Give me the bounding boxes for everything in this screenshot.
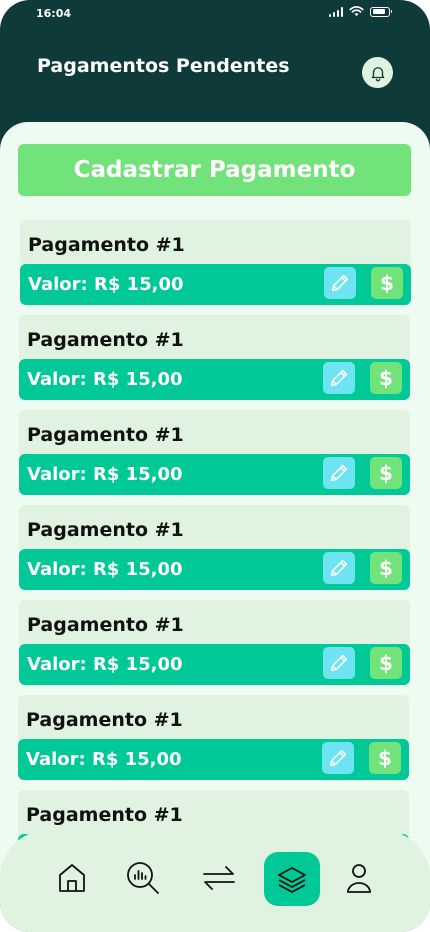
pay-button[interactable]: $ bbox=[371, 267, 403, 299]
battery-icon bbox=[370, 6, 392, 17]
pay-button[interactable]: $ bbox=[370, 362, 402, 394]
payment-value: Valor: R$ 15,00 bbox=[27, 464, 183, 485]
payment-value: Valor: R$ 15,00 bbox=[27, 369, 183, 390]
pencil-icon bbox=[330, 369, 348, 387]
nav-profile[interactable] bbox=[333, 852, 385, 904]
pencil-icon bbox=[330, 464, 348, 482]
edit-payment-button[interactable] bbox=[324, 267, 356, 299]
bottom-navigation bbox=[0, 830, 430, 932]
signal-icon bbox=[328, 6, 343, 17]
edit-payment-button[interactable] bbox=[323, 362, 355, 394]
dollar-icon: $ bbox=[379, 556, 393, 580]
payment-name: Pagamento #1 bbox=[27, 329, 184, 351]
edit-payment-button[interactable] bbox=[323, 647, 355, 679]
status-bar: 16:04 bbox=[0, 0, 430, 28]
edit-payment-button[interactable] bbox=[323, 457, 355, 489]
payment-card: Pagamento #1 Valor: R$ 15,00 $ bbox=[19, 600, 410, 685]
payment-card-header: Pagamento #1 bbox=[19, 600, 410, 650]
payment-value: Valor: R$ 15,00 bbox=[26, 749, 182, 770]
dollar-icon: $ bbox=[378, 746, 392, 770]
payment-name: Pagamento #1 bbox=[27, 614, 184, 636]
wifi-icon bbox=[349, 6, 364, 17]
payment-name: Pagamento #1 bbox=[27, 424, 184, 446]
payment-name: Pagamento #1 bbox=[27, 519, 184, 541]
payment-value: Valor: R$ 15,00 bbox=[28, 274, 184, 295]
payment-card-body: Valor: R$ 15,00 $ bbox=[19, 359, 410, 400]
nav-pending-payments[interactable] bbox=[264, 852, 320, 906]
home-icon bbox=[59, 864, 85, 892]
user-icon bbox=[347, 864, 371, 893]
payment-card-header: Pagamento #1 bbox=[19, 410, 410, 460]
transfer-icon bbox=[203, 866, 235, 890]
layers-icon bbox=[278, 867, 306, 893]
pencil-icon bbox=[331, 274, 349, 292]
pay-button[interactable]: $ bbox=[369, 742, 401, 774]
payment-card: Pagamento #1 Valor: R$ 15,00 $ bbox=[18, 695, 409, 780]
payment-card: Pagamento #1 Valor: R$ 15,00 $ bbox=[20, 220, 411, 305]
payment-card-body: Valor: R$ 15,00 $ bbox=[19, 454, 410, 495]
payment-card-body: Valor: R$ 15,00 $ bbox=[19, 644, 410, 685]
pencil-icon bbox=[330, 654, 348, 672]
payment-card-body: Valor: R$ 15,00 $ bbox=[19, 549, 410, 590]
pay-button[interactable]: $ bbox=[370, 647, 402, 679]
page-title: Pagamentos Pendentes bbox=[37, 55, 290, 77]
edit-payment-button[interactable] bbox=[323, 552, 355, 584]
pay-button[interactable]: $ bbox=[370, 457, 402, 489]
register-payment-button[interactable]: Cadastrar Pagamento bbox=[18, 144, 411, 196]
pencil-icon bbox=[330, 559, 348, 577]
phone-screen: 16:04 Pagamentos Pendentes Cadastrar Pag… bbox=[0, 0, 430, 932]
status-time: 16:04 bbox=[36, 7, 72, 20]
bell-icon[interactable] bbox=[362, 57, 393, 88]
payment-card-header: Pagamento #1 bbox=[19, 505, 410, 555]
nav-home[interactable] bbox=[46, 852, 98, 904]
payment-card-body: Valor: R$ 15,00 $ bbox=[18, 739, 409, 780]
nav-reports[interactable] bbox=[117, 852, 169, 904]
payment-card-body: Valor: R$ 15,00 $ bbox=[20, 264, 411, 305]
payment-card-header: Pagamento #1 bbox=[19, 315, 410, 365]
payment-card-header: Pagamento #1 bbox=[18, 695, 409, 745]
payment-card-header: Pagamento #1 bbox=[20, 220, 411, 270]
payment-name: Pagamento #1 bbox=[26, 804, 183, 826]
payment-value: Valor: R$ 15,00 bbox=[27, 559, 183, 580]
payment-card: Pagamento #1 Valor: R$ 15,00 $ bbox=[19, 505, 410, 590]
analytics-search-icon bbox=[127, 862, 159, 894]
dollar-icon: $ bbox=[379, 461, 393, 485]
payment-name: Pagamento #1 bbox=[28, 234, 185, 256]
nav-transfers[interactable] bbox=[193, 852, 245, 904]
payment-card: Pagamento #1 Valor: R$ 15,00 $ bbox=[19, 315, 410, 400]
edit-payment-button[interactable] bbox=[322, 742, 354, 774]
payment-value: Valor: R$ 15,00 bbox=[27, 654, 183, 675]
status-icons bbox=[328, 6, 392, 17]
dollar-icon: $ bbox=[379, 651, 393, 675]
payment-card: Pagamento #1 Valor: R$ 15,00 $ bbox=[19, 410, 410, 495]
dollar-icon: $ bbox=[379, 366, 393, 390]
payment-name: Pagamento #1 bbox=[26, 709, 183, 731]
dollar-icon: $ bbox=[380, 271, 394, 295]
pencil-icon bbox=[329, 749, 347, 767]
pay-button[interactable]: $ bbox=[370, 552, 402, 584]
